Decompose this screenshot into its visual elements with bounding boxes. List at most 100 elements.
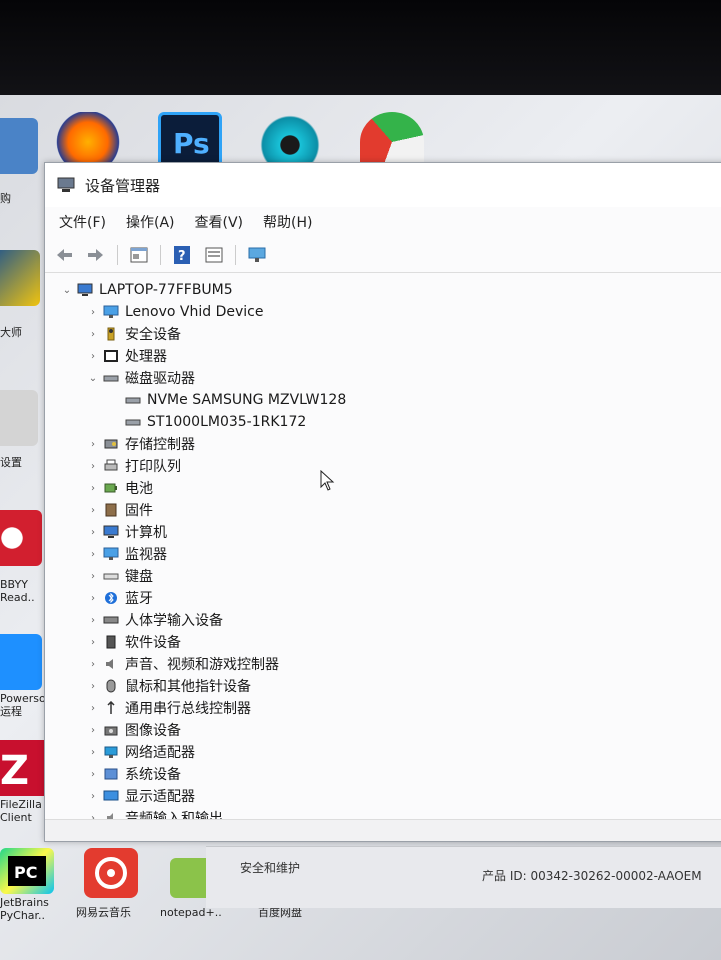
tree-node-18[interactable]: › 网络适配器 — [51, 741, 721, 763]
computer-name: LAPTOP-77FFBUM5 — [99, 282, 233, 298]
tree-node-1[interactable]: › 安全设备 — [51, 323, 721, 345]
chevron-down-icon[interactable]: ⌄ — [87, 373, 99, 384]
chevron-right-icon[interactable]: › — [87, 615, 99, 626]
keyboard-icon — [103, 569, 119, 583]
tree-node-label: 网络适配器 — [125, 745, 195, 761]
chevron-down-icon[interactable]: ⌄ — [61, 285, 73, 296]
chevron-right-icon[interactable]: › — [87, 505, 99, 516]
speaker-icon — [103, 657, 119, 671]
disk-drive-item[interactable]: ST1000LM035-1RK172 — [51, 411, 721, 433]
tree-node-16[interactable]: › 通用串行总线控制器 — [51, 697, 721, 719]
forward-button[interactable] — [85, 245, 107, 265]
tree-node-4[interactable]: › 存储控制器 — [51, 433, 721, 455]
chevron-right-icon[interactable]: › — [87, 351, 99, 362]
tree-node-14[interactable]: › 声音、视频和游戏控制器 — [51, 653, 721, 675]
tree-node-0[interactable]: › Lenovo Vhid Device — [51, 301, 721, 323]
chevron-right-icon[interactable]: › — [87, 659, 99, 670]
tree-node-label: 蓝牙 — [125, 591, 153, 607]
chevron-right-icon[interactable]: › — [87, 637, 99, 648]
chevron-right-icon[interactable]: › — [87, 461, 99, 472]
chevron-right-icon[interactable]: › — [87, 571, 99, 582]
tree-node-7[interactable]: › 固件 — [51, 499, 721, 521]
menu-view[interactable]: 查看(V) — [195, 212, 244, 232]
device-manager-window[interactable]: 设备管理器 文件(F) 操作(A) 查看(V) 帮助(H) ? ⌄ LAPTOP… — [44, 162, 721, 842]
chevron-right-icon[interactable]: › — [87, 791, 99, 802]
filezilla-icon[interactable]: Z — [0, 740, 50, 796]
tree-node-19[interactable]: › 系统设备 — [51, 763, 721, 785]
menu-bar: 文件(F) 操作(A) 查看(V) 帮助(H) — [45, 207, 721, 237]
view-button[interactable] — [203, 245, 225, 265]
product-id: 产品 ID: 00342-30262-00002-AAOEM — [482, 869, 702, 883]
device-tree[interactable]: ⌄ LAPTOP-77FFBUM5 › Lenovo Vhid Device › 安全… — [51, 275, 721, 827]
tree-node-13[interactable]: › 软件设备 — [51, 631, 721, 653]
tree-node-5[interactable]: › 打印队列 — [51, 455, 721, 477]
tree-node-label: 鼠标和其他指针设备 — [125, 679, 251, 695]
scan-hardware-button[interactable] — [246, 245, 268, 265]
security-maintenance-link[interactable]: 安全和维护 — [240, 859, 300, 876]
pycharm-icon[interactable]: PC — [0, 848, 54, 894]
tree-node-11[interactable]: › 蓝牙 — [51, 587, 721, 609]
desktop-icon-settings[interactable] — [0, 390, 38, 446]
tree-node-3[interactable]: ⌄ 磁盘驱动器 — [51, 367, 721, 389]
tree-node-10[interactable]: › 键盘 — [51, 565, 721, 587]
back-arrow-icon — [57, 248, 72, 261]
tree-root[interactable]: ⌄ LAPTOP-77FFBUM5 — [51, 279, 721, 301]
tree-node-9[interactable]: › 监视器 — [51, 543, 721, 565]
disk-icon — [125, 415, 141, 429]
display-icon — [103, 789, 119, 803]
disk-drive-item[interactable]: NVMe SAMSUNG MZVLW128 — [51, 389, 721, 411]
menu-action[interactable]: 操作(A) — [126, 212, 175, 232]
disk-icon — [103, 371, 119, 385]
title-bar[interactable]: 设备管理器 — [45, 163, 721, 207]
tree-node-20[interactable]: › 显示适配器 — [51, 785, 721, 807]
menu-help[interactable]: 帮助(H) — [263, 212, 312, 232]
chevron-right-icon[interactable]: › — [87, 329, 99, 340]
chevron-right-icon[interactable]: › — [87, 527, 99, 538]
properties-icon — [130, 247, 148, 262]
chevron-right-icon[interactable]: › — [87, 769, 99, 780]
monitor-scan-icon — [248, 247, 266, 262]
tree-node-6[interactable]: › 电池 — [51, 477, 721, 499]
tree-node-2[interactable]: › 处理器 — [51, 345, 721, 367]
chevron-right-icon[interactable]: › — [87, 593, 99, 604]
disk-drive-label: ST1000LM035-1RK172 — [147, 414, 307, 430]
computer-icon — [77, 283, 93, 297]
video-app-icon[interactable] — [0, 634, 42, 690]
properties-button[interactable] — [128, 245, 150, 265]
tree-node-label: 通用串行总线控制器 — [125, 701, 251, 717]
back-button[interactable] — [53, 245, 75, 265]
disk-icon — [125, 393, 141, 407]
storage-icon — [103, 437, 119, 451]
disk-drive-label: NVMe SAMSUNG MZVLW128 — [147, 392, 347, 408]
network-icon — [103, 745, 119, 759]
status-bar — [45, 819, 721, 841]
tree-node-label: 固件 — [125, 503, 153, 519]
menu-file[interactable]: 文件(F) — [59, 212, 106, 232]
tree-node-label: 存储控制器 — [125, 437, 195, 453]
abbyy-icon[interactable] — [0, 510, 42, 566]
camera-icon — [103, 723, 119, 737]
tree-node-8[interactable]: › 计算机 — [51, 521, 721, 543]
desktop-icon-1[interactable] — [0, 118, 38, 174]
netease-music-icon[interactable] — [84, 848, 138, 898]
tree-node-label: 磁盘驱动器 — [125, 371, 195, 387]
software-icon — [103, 635, 119, 649]
chevron-right-icon[interactable]: › — [87, 747, 99, 758]
desktop-icon-master[interactable] — [0, 250, 40, 306]
tree-node-label: 计算机 — [125, 525, 167, 541]
chevron-right-icon[interactable]: › — [87, 483, 99, 494]
tree-node-12[interactable]: › 人体学输入设备 — [51, 609, 721, 631]
tree-node-15[interactable]: › 鼠标和其他指针设备 — [51, 675, 721, 697]
chevron-right-icon[interactable]: › — [87, 681, 99, 692]
tree-node-17[interactable]: › 图像设备 — [51, 719, 721, 741]
chevron-right-icon[interactable]: › — [87, 703, 99, 714]
chevron-right-icon[interactable]: › — [87, 307, 99, 318]
battery-icon — [103, 481, 119, 495]
tree-node-label: 安全设备 — [125, 327, 181, 343]
tree-node-label: 键盘 — [125, 569, 153, 585]
usb-icon — [103, 701, 119, 715]
chevron-right-icon[interactable]: › — [87, 725, 99, 736]
help-button[interactable]: ? — [171, 245, 193, 265]
chevron-right-icon[interactable]: › — [87, 549, 99, 560]
chevron-right-icon[interactable]: › — [87, 439, 99, 450]
